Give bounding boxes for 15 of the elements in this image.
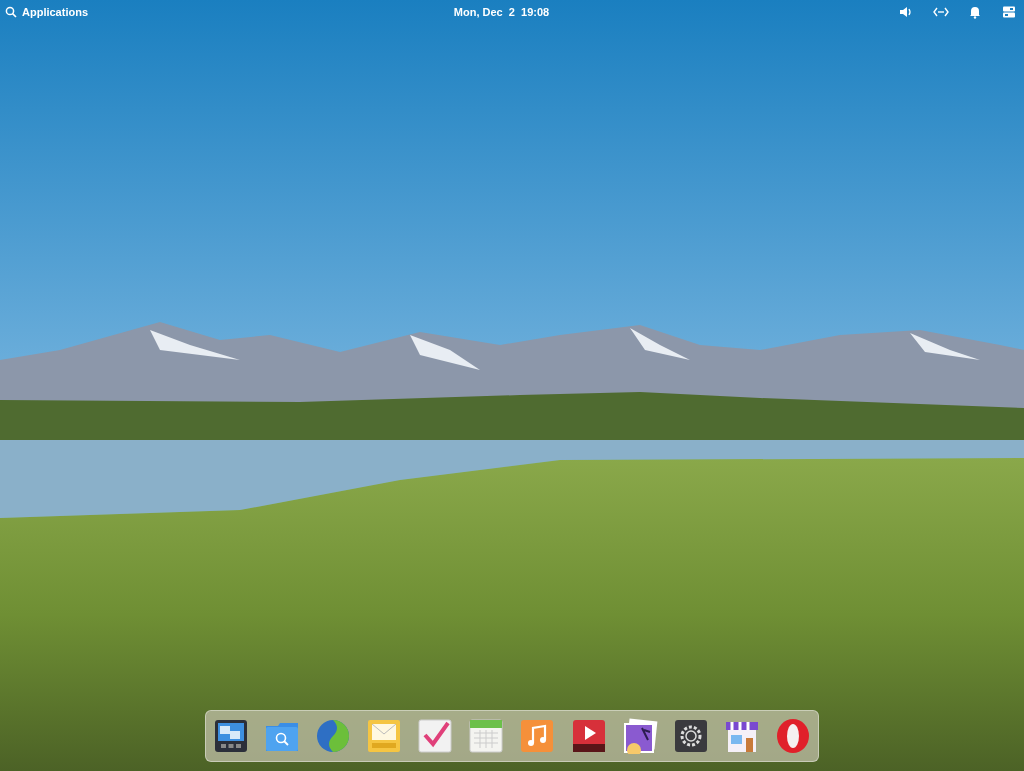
checkmark-icon[interactable] bbox=[417, 718, 454, 754]
clock[interactable]: Mon, Dec 2 19:08 bbox=[453, 3, 550, 21]
gear-icon[interactable] bbox=[672, 718, 709, 754]
calendar-icon[interactable] bbox=[468, 718, 505, 754]
envelope-icon[interactable] bbox=[366, 718, 403, 754]
opera-logo-icon[interactable] bbox=[774, 718, 811, 754]
applications-menu-button[interactable]: Applications bbox=[5, 3, 88, 21]
globe-icon[interactable] bbox=[315, 718, 352, 754]
music-note-icon[interactable] bbox=[519, 718, 556, 754]
power-panel-icon[interactable] bbox=[1001, 5, 1017, 19]
search-icon bbox=[5, 6, 17, 18]
multitasking-icon[interactable] bbox=[213, 718, 249, 754]
network-icon[interactable] bbox=[933, 5, 949, 19]
play-icon[interactable] bbox=[570, 718, 607, 754]
picture-icon[interactable] bbox=[621, 718, 658, 754]
